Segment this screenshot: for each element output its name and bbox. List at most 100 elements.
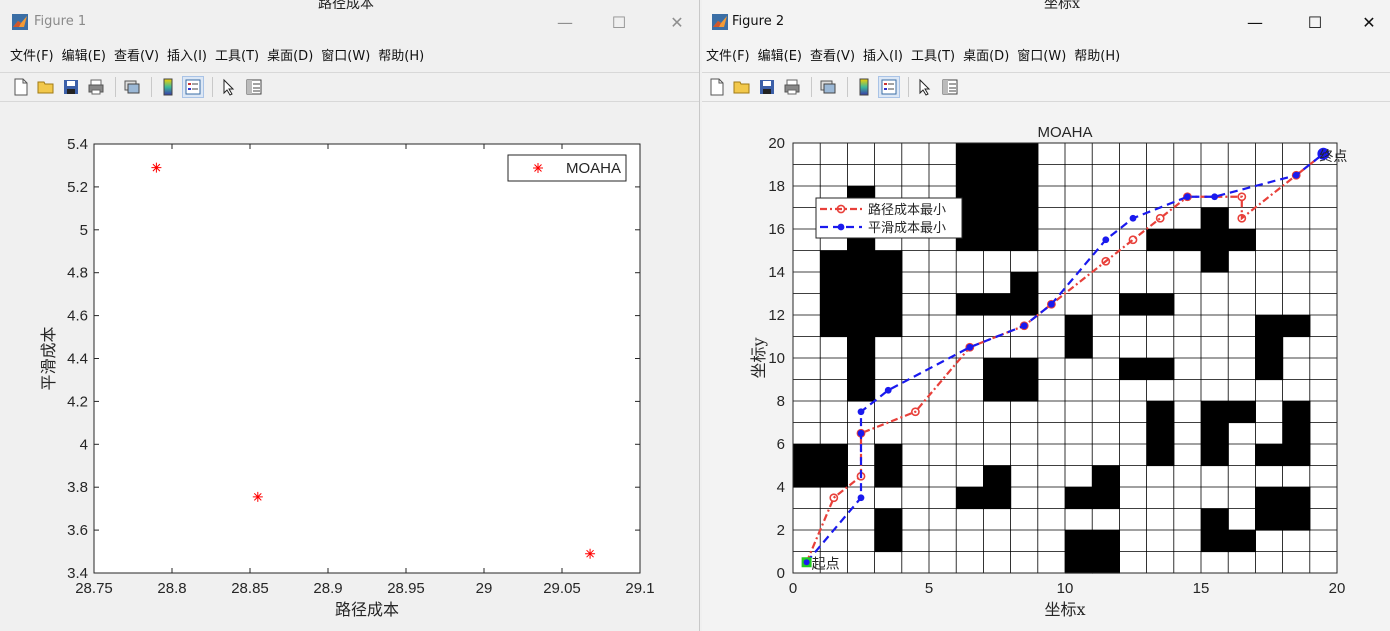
colorbar-icon[interactable] bbox=[853, 76, 875, 98]
menu-file[interactable]: 文件(F) bbox=[10, 46, 54, 68]
menu-window[interactable]: 窗口(W) bbox=[321, 46, 370, 68]
maximize-button[interactable]: ☐ bbox=[596, 10, 642, 36]
obstacle-cell bbox=[956, 293, 984, 316]
menu-help[interactable]: 帮助(H) bbox=[1074, 46, 1120, 68]
close-button[interactable]: ✕ bbox=[1346, 10, 1390, 36]
legend-label: 路径成本最小 bbox=[868, 202, 946, 218]
obstacle-cell bbox=[1010, 379, 1039, 402]
edit-plot-icon[interactable] bbox=[218, 76, 240, 98]
obstacle-cell bbox=[1255, 508, 1284, 531]
chart-title: MOAHA bbox=[1037, 124, 1092, 141]
obstacle-cell bbox=[847, 379, 876, 402]
menu-edit[interactable]: 编辑(E) bbox=[62, 46, 106, 68]
y-tick-label: 12 bbox=[768, 307, 785, 324]
y-tick-label: 2 bbox=[777, 522, 785, 539]
close-button[interactable]: ✕ bbox=[654, 10, 699, 36]
obstacle-cell bbox=[820, 293, 848, 316]
minimize-button[interactable]: — bbox=[542, 10, 588, 36]
new-figure-icon[interactable] bbox=[10, 76, 32, 98]
figure2-titlebar[interactable]: Figure 2 — ☐ ✕ bbox=[702, 12, 1390, 38]
obstacle-cell bbox=[983, 487, 1012, 510]
obstacle-cell bbox=[1146, 293, 1175, 316]
matlab-logo-icon bbox=[712, 14, 728, 30]
figure1-canvas: 28.75 28.8 28.85 28.9 28.95 29 29.05 29.1 3.4 3.6… bbox=[0, 103, 699, 631]
x-tick-label: 28.85 bbox=[231, 580, 269, 597]
data-point bbox=[1020, 322, 1028, 330]
menu-desktop[interactable]: 桌面(D) bbox=[267, 46, 313, 68]
menu-bar: 文件(F) 编辑(E) 查看(V) 插入(I) 工具(T) 桌面(D) 窗口(W… bbox=[702, 46, 1390, 68]
menu-help[interactable]: 帮助(H) bbox=[378, 46, 424, 68]
end-label: 终点 bbox=[1319, 149, 1347, 165]
menu-tools[interactable]: 工具(T) bbox=[215, 46, 259, 68]
legend: MOAHA bbox=[507, 154, 627, 182]
legend-label: MOAHA bbox=[566, 160, 621, 177]
legend-icon[interactable] bbox=[182, 76, 204, 98]
y-tick-label: 4.8 bbox=[67, 265, 88, 282]
menu-file[interactable]: 文件(F) bbox=[706, 46, 750, 68]
maximize-button[interactable]: ☐ bbox=[1292, 10, 1338, 36]
obstacle-cell bbox=[1255, 487, 1284, 510]
y-tick-label: 8 bbox=[777, 393, 785, 410]
property-inspector-icon[interactable] bbox=[939, 76, 961, 98]
print-icon[interactable] bbox=[781, 76, 803, 98]
obstacle-cell bbox=[983, 379, 1012, 402]
toolbar-separator bbox=[847, 77, 848, 97]
obstacle-cell bbox=[847, 336, 876, 359]
toolbar-separator bbox=[908, 77, 909, 97]
window-title: Figure 1 bbox=[34, 14, 87, 29]
menu-view[interactable]: 查看(V) bbox=[810, 46, 855, 68]
obstacle-cell bbox=[1201, 444, 1229, 467]
data-point bbox=[585, 548, 596, 559]
x-axis-label: 坐标x bbox=[1044, 600, 1085, 619]
obstacle-cell bbox=[1146, 401, 1175, 424]
y-tick-label: 5.4 bbox=[67, 136, 88, 153]
x-tick-label: 0 bbox=[789, 580, 797, 597]
new-figure-icon[interactable] bbox=[706, 76, 728, 98]
x-tick-label: 28.75 bbox=[75, 580, 113, 597]
menu-window[interactable]: 窗口(W) bbox=[1017, 46, 1066, 68]
obstacle-cell bbox=[1065, 530, 1093, 553]
save-icon[interactable] bbox=[756, 76, 778, 98]
minimize-button[interactable]: — bbox=[1232, 10, 1278, 36]
link-plot-icon[interactable] bbox=[121, 76, 143, 98]
obstacle-cell bbox=[1255, 444, 1284, 467]
legend-icon[interactable] bbox=[878, 76, 900, 98]
menu-insert[interactable]: 插入(I) bbox=[863, 46, 903, 68]
obstacle-cell bbox=[1119, 358, 1148, 381]
x-tick-label: 28.95 bbox=[387, 580, 425, 597]
y-tick-label: 3.4 bbox=[67, 565, 88, 582]
menu-desktop[interactable]: 桌面(D) bbox=[963, 46, 1009, 68]
figure1-titlebar[interactable]: Figure 1 — ☐ ✕ bbox=[0, 12, 699, 38]
y-tick-label: 4 bbox=[777, 479, 785, 496]
path-planning-chart[interactable]: 0 5 10 15 20 0 2 4 6 8 10 12 14 16 18 20 MOAHA 坐标x 坐标y 起点 终点… bbox=[702, 103, 1390, 631]
menu-view[interactable]: 查看(V) bbox=[114, 46, 159, 68]
menu-edit[interactable]: 编辑(E) bbox=[758, 46, 802, 68]
menu-bar: 文件(F) 编辑(E) 查看(V) 插入(I) 工具(T) 桌面(D) 窗口(W… bbox=[0, 46, 699, 68]
data-point bbox=[1184, 193, 1191, 201]
figure-toolbar bbox=[702, 72, 1390, 102]
save-icon[interactable] bbox=[60, 76, 82, 98]
obstacle-cell bbox=[1282, 401, 1311, 424]
menu-insert[interactable]: 插入(I) bbox=[167, 46, 207, 68]
print-icon[interactable] bbox=[85, 76, 107, 98]
obstacle-cell bbox=[983, 186, 1012, 209]
link-plot-icon[interactable] bbox=[817, 76, 839, 98]
menu-tools[interactable]: 工具(T) bbox=[911, 46, 955, 68]
obstacle-cell bbox=[874, 315, 903, 338]
obstacle-cell bbox=[1282, 508, 1311, 531]
figure2-canvas: 0 5 10 15 20 0 2 4 6 8 10 12 14 16 18 20 MOAHA 坐标x 坐标y 起点 终点… bbox=[702, 103, 1390, 631]
figure-toolbar bbox=[0, 72, 699, 102]
open-file-icon[interactable] bbox=[731, 76, 753, 98]
y-tick-label: 16 bbox=[768, 221, 785, 238]
obstacle-cell bbox=[820, 465, 848, 488]
open-file-icon[interactable] bbox=[35, 76, 57, 98]
property-inspector-icon[interactable] bbox=[243, 76, 265, 98]
scatter-chart[interactable]: 28.75 28.8 28.85 28.9 28.95 29 29.05 29.1 3.4 3.6… bbox=[0, 103, 700, 631]
x-axis-label: 路径成本 bbox=[335, 600, 399, 619]
obstacle-cell bbox=[1065, 336, 1093, 359]
y-axis-label: 平滑成本 bbox=[39, 326, 58, 390]
colorbar-icon[interactable] bbox=[157, 76, 179, 98]
obstacle-cell bbox=[874, 250, 903, 273]
edit-plot-icon[interactable] bbox=[914, 76, 936, 98]
obstacle-cell bbox=[1010, 186, 1039, 209]
